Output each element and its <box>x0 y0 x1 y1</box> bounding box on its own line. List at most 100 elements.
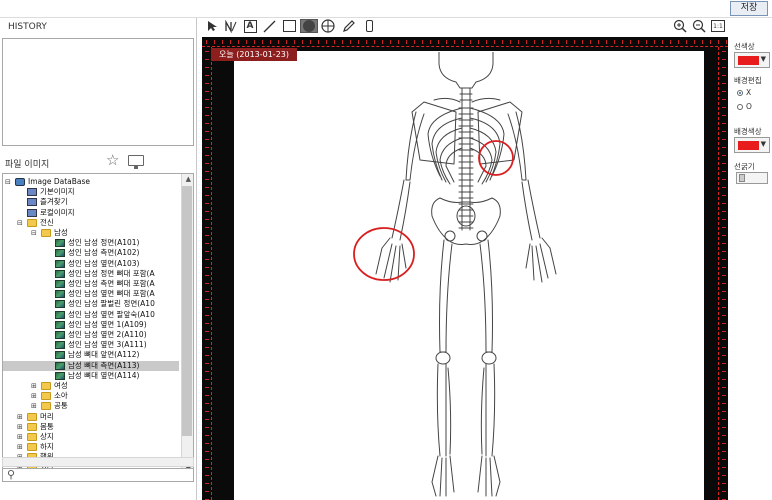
save-button[interactable]: 저장 <box>730 1 768 16</box>
scroll-up-icon[interactable]: ▲ <box>186 175 191 183</box>
tree-search-input[interactable]: ⚲ <box>2 468 194 482</box>
expand-icon[interactable]: ⊞ <box>17 412 23 422</box>
tree-item[interactable]: 성인 남성 측면 뼈대 포함(A <box>3 279 179 289</box>
zoom-in-icon[interactable] <box>673 19 687 33</box>
zoom-out-icon[interactable] <box>692 19 706 33</box>
tree-item[interactable]: ⊟ 남성 <box>3 228 179 238</box>
tree-item[interactable]: 성인 남성 정면(A101) <box>3 238 179 248</box>
line-width-slider-thumb[interactable] <box>739 174 745 182</box>
tree-item[interactable]: 남성 뼈대 옆면(A114) <box>3 371 179 381</box>
history-list[interactable] <box>2 38 194 146</box>
tree-item[interactable]: 성인 남성 옆면 팔앞숙(A10 <box>3 310 179 320</box>
line-color-picker[interactable]: ▼ <box>734 52 770 68</box>
text-icon[interactable]: A <box>243 19 257 33</box>
bg-color-swatch <box>738 141 759 150</box>
tree-item-label: 성인 남성 정면(A101) <box>68 238 140 248</box>
collapse-icon[interactable]: ⊟ <box>17 218 23 228</box>
tree-item[interactable]: 성인 남성 옆면 2(A110) <box>3 330 179 340</box>
rectangle-icon[interactable] <box>282 19 296 33</box>
ruler-tick <box>534 40 535 44</box>
pen-icon[interactable] <box>341 19 355 33</box>
tree-scroll-thumb[interactable] <box>182 186 192 436</box>
ruler-tick <box>205 355 209 356</box>
ellipse-icon[interactable] <box>300 19 318 33</box>
tree-item[interactable]: 남성 뼈대 앞면(A112) <box>3 350 179 360</box>
ruler-tick <box>205 443 209 444</box>
tree-item[interactable]: 성인 남성 옆면 1(A109) <box>3 320 179 330</box>
tree-item[interactable]: ⊞ 소아 <box>3 391 179 401</box>
bg-edit-radio-x[interactable] <box>737 90 743 96</box>
line-number-icon[interactable] <box>223 19 237 33</box>
grid-circle-icon[interactable] <box>321 19 335 33</box>
tree-item[interactable]: 성인 남성 정면 뼈대 포함(A <box>3 269 179 279</box>
ruler-tick <box>205 139 209 140</box>
ruler-tick <box>726 40 727 44</box>
ruler-tick <box>722 163 726 164</box>
tree-item[interactable]: 성인 남성 옆면 3(A111) <box>3 340 179 350</box>
ruler-tick <box>622 40 623 44</box>
ruler-tick <box>722 475 726 476</box>
ruler-tick <box>205 227 209 228</box>
ruler-tick <box>205 459 209 460</box>
ruler-tick <box>518 40 519 44</box>
collapse-icon[interactable]: ⊟ <box>5 177 11 187</box>
tree-item[interactable]: ⊞ 하지 <box>3 442 179 452</box>
tree-item[interactable]: ⊞ 상지 <box>3 432 179 442</box>
zoom-reset-icon[interactable]: 1:1 <box>711 20 725 32</box>
expand-icon[interactable]: ⊞ <box>17 432 23 442</box>
expand-icon[interactable]: ⊞ <box>17 422 23 432</box>
ruler-tick <box>205 491 209 492</box>
ruler-tick <box>722 323 726 324</box>
tree-item[interactable]: 성인 남성 옆면(A103) <box>3 259 179 269</box>
tree-vertical-scrollbar[interactable]: ▲ ▼ <box>181 174 193 474</box>
expand-icon[interactable]: ⊞ <box>31 401 37 411</box>
image-tree[interactable]: ⊟ Image DataBase 기본이미지 즐겨찾기 로컬이미지 ⊟ 전신 ⊟ 남성 성인 남성… <box>2 173 194 475</box>
tree-item-label: 남성 뼈대 옆면(A114) <box>68 370 140 380</box>
favorite-star-icon[interactable]: ☆ <box>106 153 119 168</box>
tree-item[interactable]: ⊞ 몸통 <box>3 422 179 432</box>
ruler-tick <box>390 40 391 44</box>
pointer-icon[interactable] <box>205 19 219 33</box>
tree-item-label: 성인 남성 옆면 팔앞숙(A10 <box>68 309 155 319</box>
tree-item[interactable]: 성인 남성 팔벌린 정면(A10 <box>3 299 179 309</box>
bg-color-picker[interactable]: ▼ <box>734 137 770 153</box>
line-width-slider[interactable] <box>736 172 768 184</box>
tree-item[interactable]: 남성 뼈대 측면(A113) <box>3 360 179 371</box>
tree-item-label: 여성 <box>54 381 68 390</box>
tree-item[interactable]: ⊞ 공통 <box>3 401 179 411</box>
folder-icon <box>27 443 37 452</box>
ruler-tick <box>205 187 209 188</box>
monitor-icon[interactable] <box>128 155 144 169</box>
ruler-tick <box>614 40 615 44</box>
ruler-tick <box>722 467 726 468</box>
ruler-tick <box>205 371 209 372</box>
ruler-tick <box>722 259 726 260</box>
tree-item[interactable]: ⊞ 여성 <box>3 381 179 391</box>
tree-item[interactable]: ⊞ 머리 <box>3 412 179 422</box>
ruler-top <box>202 37 728 47</box>
expand-icon[interactable]: ⊞ <box>31 391 37 401</box>
eraser-icon[interactable] <box>362 19 376 33</box>
tree-item[interactable]: 로컬이미지 <box>3 208 179 218</box>
expand-icon[interactable]: ⊞ <box>31 381 37 391</box>
ruler-tick <box>722 387 726 388</box>
ruler-tick <box>254 40 255 44</box>
tree-item[interactable]: 즐겨찾기 <box>3 197 179 207</box>
ruler-tick <box>478 40 479 44</box>
expand-icon[interactable]: ⊞ <box>17 442 23 452</box>
tree-item[interactable]: 성인 남성 측면(A102) <box>3 248 179 258</box>
tree-horizontal-scrollbar[interactable] <box>2 457 194 467</box>
collapse-icon[interactable]: ⊟ <box>31 228 37 238</box>
ruler-tick <box>205 275 209 276</box>
line-width-label: 선굵기 <box>734 162 755 171</box>
annotation-circle-hand[interactable] <box>353 227 415 281</box>
line-icon[interactable] <box>262 19 276 33</box>
folder-icon <box>41 392 51 401</box>
tree-item-label: 성인 남성 측면 뼈대 포함(A <box>68 279 155 288</box>
tree-item[interactable]: ⊟ Image DataBase <box>3 177 179 187</box>
bg-edit-radio-o[interactable] <box>737 104 743 110</box>
tree-item[interactable]: 기본이미지 <box>3 187 179 197</box>
tree-item[interactable]: 성인 남성 옆면 뼈대 포함(A <box>3 289 179 299</box>
tree-item[interactable]: ⊟ 전신 <box>3 218 179 228</box>
skeleton-image[interactable] <box>234 52 700 500</box>
